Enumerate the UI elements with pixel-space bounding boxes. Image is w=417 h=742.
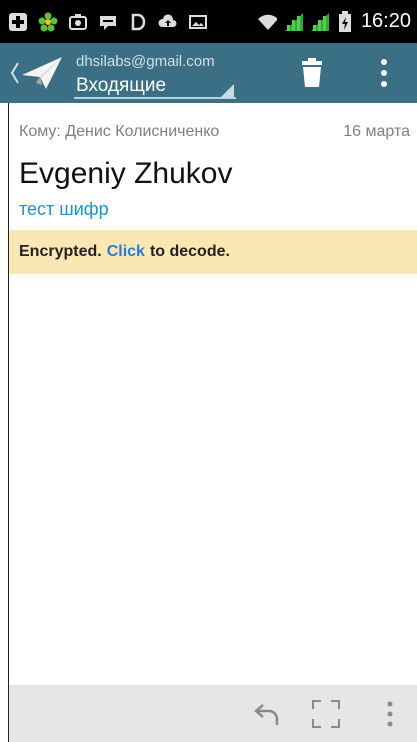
folder-spinner-underline — [74, 97, 236, 99]
encrypted-banner: Encrypted. Click to decode. — [9, 230, 417, 274]
more-vertical-icon[interactable] — [383, 699, 397, 729]
account-email: dhsilabs@gmail.com — [76, 53, 215, 70]
notification-icons — [0, 12, 208, 32]
wifi-icon — [257, 12, 277, 32]
cloud-upload-icon — [158, 12, 178, 32]
status-time: 16:20 — [360, 10, 411, 32]
battery-icon — [335, 10, 355, 32]
flower-icon — [38, 12, 58, 32]
plus-icon — [8, 12, 28, 32]
recipient-line: Кому: Денис Колисниченко — [19, 123, 220, 140]
message-subject: тест шифр — [19, 199, 109, 219]
system-icons: 16:20 — [257, 10, 417, 33]
more-vertical-icon[interactable] — [374, 57, 394, 89]
d-icon — [128, 12, 148, 32]
bottom-toolbar — [8, 685, 417, 742]
image-icon — [188, 12, 208, 32]
message-view: Кому: Денис Колисниченко 16 марта Evgeni… — [8, 103, 417, 685]
decode-link[interactable]: Click — [107, 243, 145, 261]
message-date: 16 марта — [343, 123, 410, 140]
fullscreen-icon[interactable] — [309, 697, 343, 731]
paper-plane-logo-icon[interactable] — [20, 53, 64, 93]
signal-icon — [309, 12, 329, 32]
trash-icon[interactable] — [298, 57, 326, 89]
folder-spinner[interactable]: Входящие — [76, 75, 166, 97]
banner-prefix: Encrypted. — [19, 243, 102, 260]
back-chevron-icon[interactable] — [10, 61, 20, 85]
reply-icon[interactable] — [253, 699, 283, 729]
chat-icon — [98, 12, 118, 32]
banner-suffix: to decode. — [149, 243, 230, 260]
spinner-triangle-icon — [220, 84, 234, 98]
signal-icon — [283, 12, 303, 32]
status-bar: 16:20 — [0, 0, 417, 43]
camera-icon — [68, 12, 88, 32]
action-bar: dhsilabs@gmail.com Входящие — [0, 43, 417, 103]
sender-name[interactable]: Evgeniy Zhukov — [19, 157, 232, 191]
